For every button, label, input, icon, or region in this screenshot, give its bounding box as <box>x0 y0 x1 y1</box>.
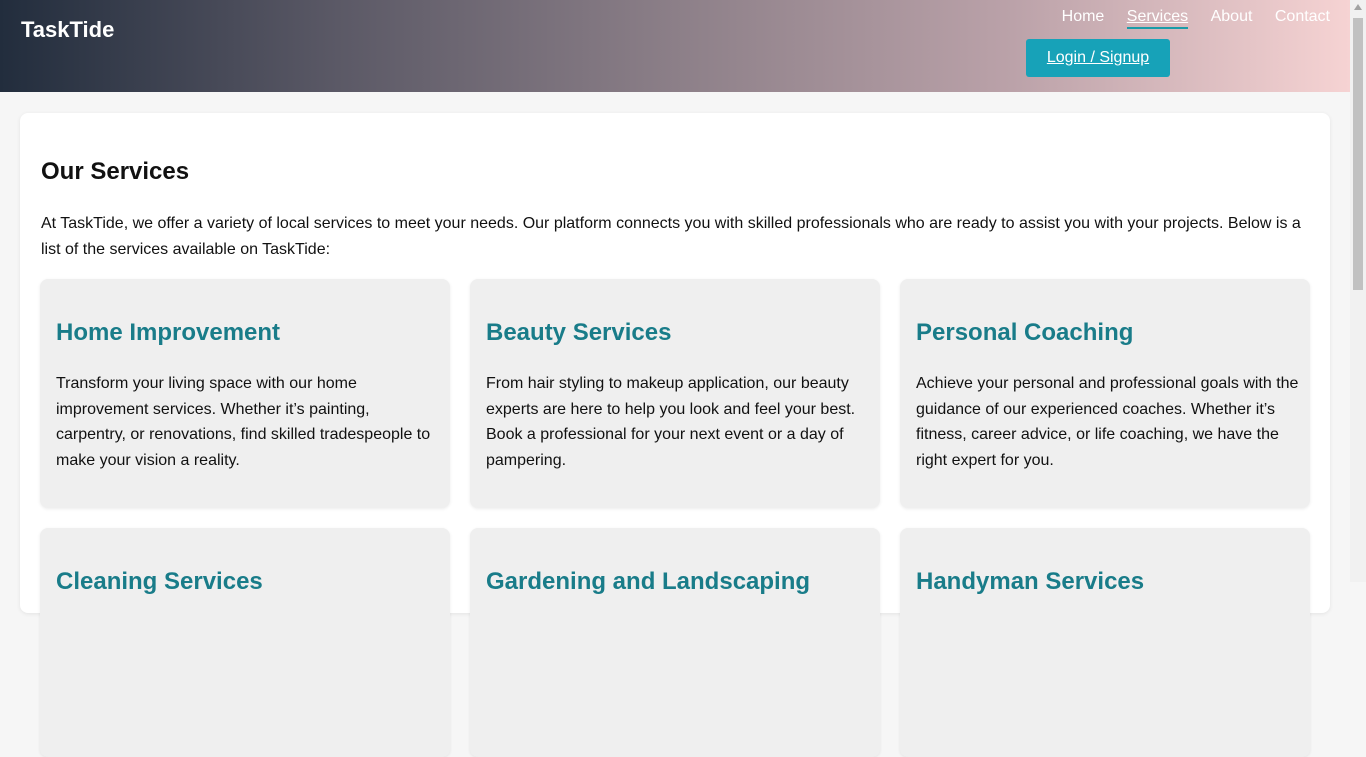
nav-about[interactable]: About <box>1211 7 1253 27</box>
service-title: Cleaning Services <box>56 568 263 595</box>
intro-text: At TaskTide, we offer a variety of local… <box>41 215 1301 258</box>
nav-home[interactable]: Home <box>1062 7 1105 27</box>
service-title: Personal Coaching <box>916 319 1134 346</box>
nav-contact[interactable]: Contact <box>1275 7 1330 27</box>
service-card: Handyman Services <box>900 528 1310 757</box>
login-signup-button[interactable]: Login / Signup <box>1026 39 1170 77</box>
service-description: From hair styling to makeup application,… <box>486 375 856 470</box>
services-panel: Our Services At TaskTide, we offer a var… <box>20 113 1330 757</box>
service-title: Home Improvement <box>56 319 281 346</box>
service-card: Beauty Services From hair styling to mak… <box>470 279 880 508</box>
service-title: Beauty Services <box>486 319 672 346</box>
service-title: Handyman Services <box>916 568 1145 595</box>
scrollbar-thumb[interactable] <box>1353 18 1363 290</box>
service-description: Achieve your personal and professional g… <box>916 375 1299 470</box>
site-logo[interactable]: TaskTide <box>21 17 114 43</box>
service-card: Gardening and Landscaping <box>470 528 880 757</box>
page-scrollbar[interactable] <box>1350 0 1366 582</box>
service-card: Cleaning Services <box>40 528 450 757</box>
nav-services[interactable]: Services <box>1126 7 1189 29</box>
service-description: Transform your living space with our hom… <box>56 375 431 470</box>
service-card: Personal Coaching Achieve your personal … <box>900 279 1310 508</box>
service-card: Home Improvement Transform your living s… <box>40 279 450 508</box>
main-nav: Home Services About Contact <box>1044 7 1330 29</box>
site-header: TaskTide Home Services About Contact Log… <box>0 0 1350 92</box>
scroll-up-arrow-icon[interactable] <box>1354 4 1362 10</box>
page-title: Our Services <box>41 158 190 185</box>
service-title: Gardening and Landscaping <box>486 568 811 595</box>
